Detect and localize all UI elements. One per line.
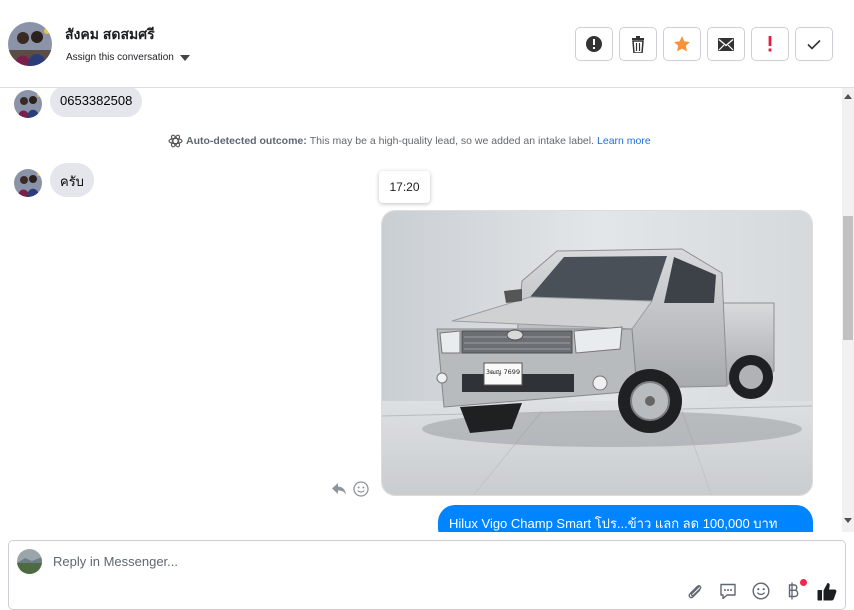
scrollbar-thumb[interactable]	[843, 216, 853, 340]
assign-conversation-dropdown[interactable]: Assign this conversation	[66, 52, 190, 63]
truck-photo: 3ฒญ 7699	[382, 211, 812, 495]
incoming-message[interactable]: ครับ	[50, 163, 94, 197]
baht-payment-icon	[788, 582, 799, 600]
message-actions	[331, 481, 369, 497]
contact-avatar-small	[14, 169, 42, 197]
react-emoji-icon[interactable]	[353, 481, 369, 497]
emoji-icon	[752, 582, 770, 600]
timestamp-tooltip: 17:20	[379, 171, 430, 203]
message-text: ครับ	[60, 174, 84, 189]
scroll-down-arrow-icon[interactable]	[844, 518, 852, 523]
notification-dot	[800, 579, 807, 586]
conversation-actions	[575, 27, 833, 61]
envelope-icon	[718, 37, 734, 51]
saved-replies-button[interactable]	[718, 581, 738, 601]
message-thread: 0653382508 Auto-detected outcome: This m…	[0, 88, 842, 532]
exclamation-icon	[768, 36, 772, 52]
like-button[interactable]	[817, 581, 837, 601]
scroll-up-arrow-icon[interactable]	[844, 94, 852, 99]
payment-button[interactable]	[784, 579, 807, 601]
saved-reply-icon	[720, 583, 736, 599]
star-button[interactable]	[663, 27, 701, 61]
reply-icon[interactable]	[331, 482, 347, 496]
report-button[interactable]	[575, 27, 613, 61]
message-text: Hilux Vigo Champ Smart โปร...ข้าว แลก ลด…	[449, 516, 778, 531]
contact-avatar[interactable]	[8, 22, 52, 66]
license-plate-text: 3ฒญ 7699	[486, 368, 520, 376]
conversation-header: สังคม สดสมศรี Assign this conversation	[0, 0, 854, 88]
star-icon	[674, 36, 690, 52]
thread-scrollbar[interactable]	[842, 88, 854, 532]
done-button[interactable]	[795, 27, 833, 61]
trash-icon	[632, 35, 644, 53]
chevron-down-icon	[179, 54, 190, 61]
timestamp: 17:20	[389, 180, 420, 194]
outcome-label: Auto-detected outcome:	[186, 135, 307, 147]
outcome-text: This may be a high-quality lead, so we a…	[309, 135, 595, 147]
assign-label: Assign this conversation	[66, 52, 174, 63]
atom-icon	[168, 134, 183, 148]
emoji-button[interactable]	[751, 581, 771, 601]
flag-button[interactable]	[751, 27, 789, 61]
incoming-message[interactable]: 0653382508	[50, 88, 143, 117]
contact-avatar-small	[14, 90, 42, 118]
learn-more-link[interactable]: Learn more	[597, 135, 651, 147]
page-avatar	[17, 549, 42, 574]
message-composer	[8, 540, 846, 610]
attach-button[interactable]	[685, 581, 705, 601]
auto-detected-outcome-notice: Auto-detected outcome: This may be a hig…	[168, 134, 651, 148]
thumbs-up-icon	[817, 582, 837, 600]
reply-input[interactable]	[53, 554, 653, 569]
outgoing-message[interactable]: Hilux Vigo Champ Smart โปร...ข้าว แลก ลด…	[438, 505, 813, 532]
contact-name[interactable]: สังคม สดสมศรี	[65, 24, 155, 46]
paperclip-icon	[688, 585, 702, 599]
composer-toolbar	[685, 579, 837, 601]
photo-attachment[interactable]: 3ฒญ 7699	[381, 210, 813, 496]
message-text: 0653382508	[60, 93, 133, 108]
alert-circle-icon	[586, 36, 602, 52]
mark-unread-button[interactable]	[707, 27, 745, 61]
delete-button[interactable]	[619, 27, 657, 61]
check-icon	[807, 39, 821, 50]
